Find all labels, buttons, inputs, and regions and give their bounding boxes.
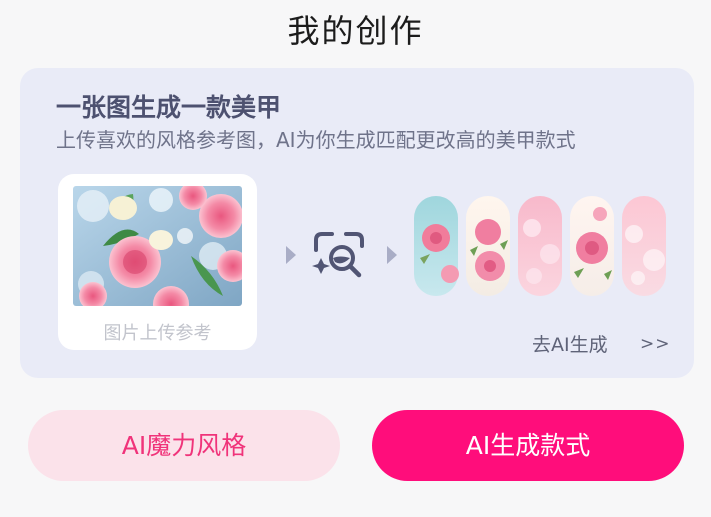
one-image-nail-card[interactable]: 一张图生成一款美甲 上传喜欢的风格参考图，AI为你生成匹配更改高的美甲款式 图片… [20,68,694,378]
card-subtitle: 上传喜欢的风格参考图，AI为你生成匹配更改高的美甲款式 [56,128,576,152]
ai-magic-style-button[interactable]: AI魔力风格 [28,410,340,481]
double-chevron-right-icon[interactable]: >> [640,334,671,354]
go-ai-generate-link[interactable]: 去AI生成 [532,330,608,357]
upload-label: 图片上传参考 [103,323,212,344]
triangle-right-icon [286,246,296,264]
card-title: 一张图生成一款美甲 [56,93,282,122]
upload-reference-box[interactable]: 图片上传参考 [58,174,257,350]
reference-photo [73,186,242,306]
ai-generate-style-button[interactable]: AI生成款式 [372,410,684,481]
ai-scan-magnifier-icon [310,228,368,282]
triangle-right-icon [387,246,397,264]
page-title: 我的创作 [287,12,424,50]
nail-style-samples [412,194,674,298]
